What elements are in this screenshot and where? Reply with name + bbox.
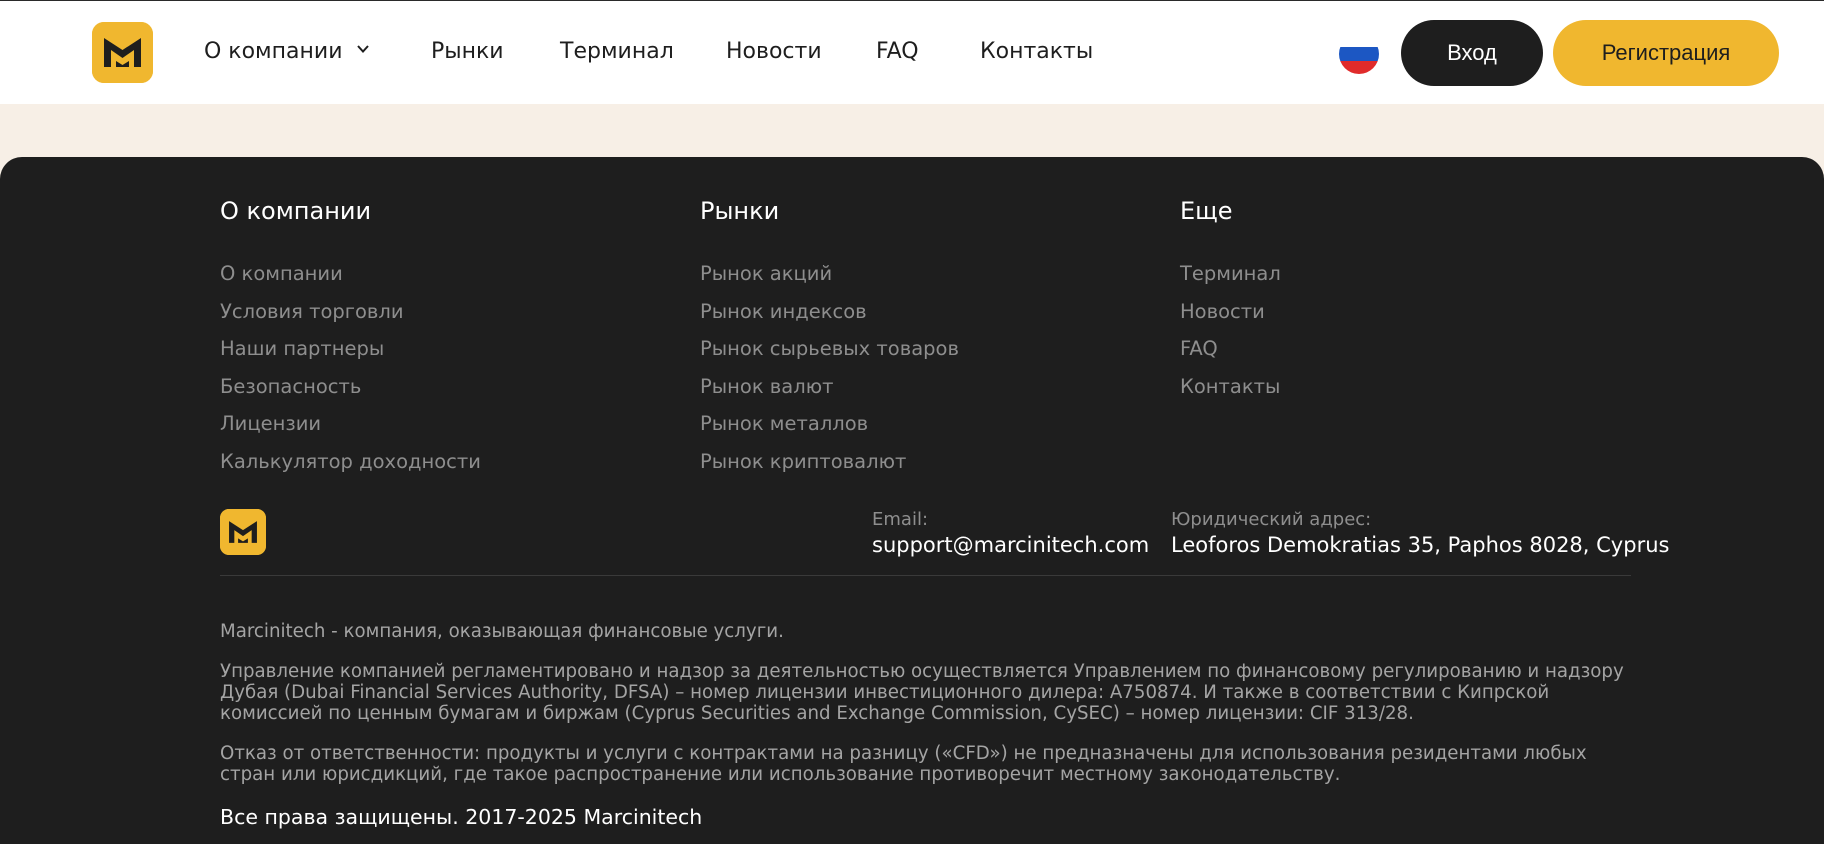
footer-link-trading-conditions[interactable]: Условия торговли [220, 293, 481, 331]
copyright-text: Все права защищены. 2017-2025 Marcinitec… [220, 805, 703, 829]
footer-link-licenses[interactable]: Лицензии [220, 405, 481, 443]
site-logo[interactable] [92, 22, 153, 83]
m-logo-icon [92, 22, 153, 83]
footer-email-block: Email: support@marcinitech.com [872, 509, 1149, 557]
footer-link-partners[interactable]: Наши партнеры [220, 330, 481, 368]
nav-about-label: О компании [204, 39, 343, 64]
footer-address-block: Юридический адрес: Leoforos Demokratias … [1171, 509, 1669, 557]
top-navigation: О компании Рынки Терминал Новости FAQ Ко… [0, 0, 1824, 104]
nav-contacts[interactable]: Контакты [980, 39, 1093, 64]
footer-link-contacts[interactable]: Контакты [1180, 368, 1281, 406]
footer-link-crypto[interactable]: Рынок криптовалют [700, 443, 959, 481]
site-footer: О компании О компании Условия торговли Н… [0, 157, 1824, 844]
footer-column-title: Рынки [700, 197, 780, 225]
russian-flag-icon[interactable] [1339, 34, 1379, 74]
legal-paragraph-risk: Отказ от ответственности: продукты и усл… [220, 743, 1587, 785]
nav-about-dropdown[interactable]: О компании [204, 39, 369, 64]
footer-column-about: О компании О компании Условия торговли Н… [220, 197, 481, 481]
footer-link-commodities[interactable]: Рынок сырьевых товаров [700, 330, 959, 368]
legal-paragraph-company: Marcinitech - компания, оказывающая фина… [220, 621, 784, 642]
footer-divider [220, 575, 1631, 576]
nav-faq[interactable]: FAQ [876, 39, 919, 64]
footer-link-about[interactable]: О компании [220, 255, 481, 293]
footer-link-terminal[interactable]: Терминал [1180, 255, 1281, 293]
footer-link-faq[interactable]: FAQ [1180, 330, 1281, 368]
nav-terminal[interactable]: Терминал [560, 39, 674, 64]
nav-markets[interactable]: Рынки [431, 39, 504, 64]
email-link[interactable]: support@marcinitech.com [872, 533, 1149, 557]
footer-link-indices[interactable]: Рынок индексов [700, 293, 959, 331]
footer-column-more: Еще Терминал Новости FAQ Контакты [1180, 197, 1281, 405]
footer-link-news[interactable]: Новости [1180, 293, 1281, 331]
login-button[interactable]: Вход [1401, 20, 1543, 86]
footer-link-stocks[interactable]: Рынок акций [700, 255, 959, 293]
email-label: Email: [872, 509, 929, 530]
register-button[interactable]: Регистрация [1553, 20, 1779, 86]
legal-paragraph-regulation: Управление компанией регламентировано и … [220, 661, 1624, 724]
address-value: Leoforos Demokratias 35, Paphos 8028, Cy… [1171, 533, 1670, 557]
footer-column-title: О компании [220, 197, 372, 225]
footer-column-title: Еще [1180, 197, 1233, 225]
footer-column-markets: Рынки Рынок акций Рынок индексов Рынок с… [700, 197, 959, 481]
legal-disclaimer: Marcinitech - компания, оказывающая фина… [220, 621, 1640, 785]
footer-link-currencies[interactable]: Рынок валют [700, 368, 959, 406]
footer-logo[interactable] [220, 509, 266, 555]
footer-link-profit-calculator[interactable]: Калькулятор доходности [220, 443, 481, 481]
m-logo-icon [220, 509, 266, 555]
nav-news[interactable]: Новости [726, 39, 822, 64]
chevron-down-icon [356, 45, 369, 53]
footer-link-metals[interactable]: Рынок металлов [700, 405, 959, 443]
address-label: Юридический адрес: [1171, 509, 1372, 530]
footer-link-security[interactable]: Безопасность [220, 368, 481, 406]
